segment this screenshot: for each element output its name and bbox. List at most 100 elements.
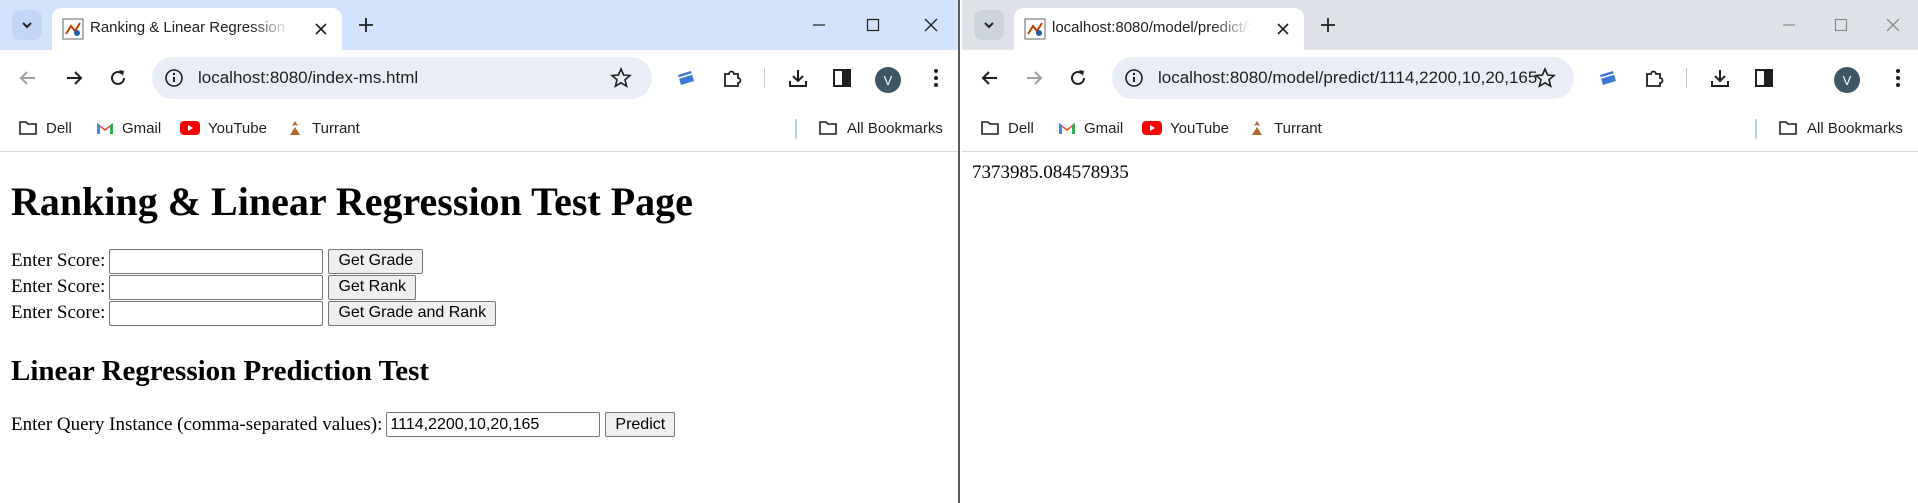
- score-row-grade-and-rank: Enter Score: Get Grade and Rank: [11, 300, 947, 326]
- tab-close-icon[interactable]: [1272, 18, 1294, 40]
- gmail-icon: [97, 123, 113, 134]
- reload-icon[interactable]: [104, 64, 132, 92]
- score-input-grade-and-rank[interactable]: [109, 300, 324, 326]
- chevron-down-icon: [22, 22, 32, 29]
- bookmark-dell[interactable]: Dell: [980, 116, 1034, 140]
- bookmark-turrant[interactable]: Turrant: [286, 116, 360, 140]
- reload-icon[interactable]: [1064, 64, 1092, 92]
- toolbar-divider: [1686, 68, 1687, 88]
- bookmark-label: Turrant: [312, 119, 360, 137]
- extensions-puzzle-icon[interactable]: [1640, 64, 1668, 92]
- score-input-grade[interactable]: [109, 248, 324, 274]
- back-arrow-icon[interactable]: [976, 64, 1004, 92]
- url-text: localhost:8080/index-ms.html: [198, 68, 419, 87]
- turrant-icon: [290, 121, 300, 135]
- bookmarks-separator: [1755, 119, 1757, 139]
- site-info-icon[interactable]: [164, 68, 184, 88]
- extension-app-icon[interactable]: [1594, 64, 1622, 92]
- get-grade-button[interactable]: Get Grade: [328, 248, 424, 274]
- close-window-icon[interactable]: [918, 12, 944, 38]
- query-input[interactable]: [386, 412, 601, 438]
- all-bookmarks-button[interactable]: All Bookmarks: [817, 116, 943, 140]
- url-text: localhost:8080/model/predict/1114,2200,1…: [1158, 68, 1538, 87]
- bookmark-label: Dell: [46, 119, 72, 137]
- bookmark-label: Gmail: [1084, 119, 1124, 137]
- bookmark-dell[interactable]: Dell: [18, 116, 72, 140]
- tab-active[interactable]: localhost:8080/model/predict/1114,2200,1…: [1014, 8, 1304, 50]
- bookmarks-bar: Dell Gmail YouTube Turrant All Bookmarks: [962, 106, 1918, 152]
- toolbar: localhost:8080/index-ms.html: [0, 50, 958, 106]
- predict-button[interactable]: Predict: [605, 412, 676, 438]
- bookmarks-separator: [795, 119, 797, 139]
- extension-app-icon[interactable]: [672, 64, 700, 92]
- minimize-icon[interactable]: [806, 12, 832, 38]
- get-grade-and-rank-button[interactable]: Get Grade and Rank: [328, 300, 497, 326]
- tab-strip: localhost:8080/model/predict/1114,2200,1…: [962, 0, 1918, 50]
- maximize-icon[interactable]: [860, 12, 886, 38]
- folder-icon: [1779, 121, 1797, 135]
- minimize-icon[interactable]: [1776, 12, 1802, 38]
- tab-title: Ranking & Linear Regression Test Page: [90, 19, 290, 36]
- bookmark-label: Gmail: [122, 119, 162, 137]
- extensions-puzzle-icon[interactable]: [718, 64, 746, 92]
- bookmark-youtube[interactable]: YouTube: [1142, 116, 1229, 140]
- page-content: 7373985.084578935: [962, 152, 1918, 194]
- bookmark-turrant[interactable]: Turrant: [1248, 116, 1322, 140]
- close-window-icon[interactable]: [1880, 12, 1906, 38]
- site-info-icon[interactable]: [1124, 68, 1144, 88]
- download-icon[interactable]: [784, 64, 812, 92]
- youtube-icon: [1142, 121, 1162, 135]
- score-label: Enter Score:: [11, 302, 106, 323]
- score-row-rank: Enter Score: Get Rank: [11, 274, 947, 300]
- bookmark-star-icon[interactable]: [610, 67, 632, 89]
- youtube-icon: [180, 121, 200, 135]
- bookmark-youtube[interactable]: YouTube: [180, 116, 267, 140]
- turrant-icon: [1252, 121, 1262, 135]
- new-tab-plus-icon[interactable]: [1314, 11, 1342, 39]
- gmail-icon: [1059, 123, 1075, 134]
- score-row-grade: Enter Score: Get Grade: [11, 248, 947, 274]
- bookmark-star-icon[interactable]: [1534, 67, 1556, 89]
- menu-kebab-icon[interactable]: [1884, 64, 1912, 92]
- back-arrow-icon[interactable]: [14, 64, 42, 92]
- folder-icon: [981, 121, 999, 135]
- bookmark-label: YouTube: [208, 119, 267, 137]
- all-bookmarks-button[interactable]: All Bookmarks: [1777, 116, 1903, 140]
- maximize-icon[interactable]: [1828, 12, 1854, 38]
- toolbar: localhost:8080/model/predict/1114,2200,1…: [962, 50, 1918, 106]
- bookmark-gmail[interactable]: Gmail: [1058, 116, 1123, 140]
- prediction-result: 7373985.084578935: [972, 162, 1129, 183]
- tab-title: localhost:8080/model/predict/1114,2200,1…: [1052, 19, 1252, 36]
- all-bookmarks-label: All Bookmarks: [847, 119, 943, 137]
- browser-window-right: localhost:8080/model/predict/1114,2200,1…: [962, 0, 1918, 503]
- folder-icon: [819, 121, 837, 135]
- favicon-icon: [1024, 18, 1046, 40]
- bookmark-label: Dell: [1008, 119, 1034, 137]
- side-panel-icon[interactable]: [828, 64, 856, 92]
- bookmark-gmail[interactable]: Gmail: [96, 116, 161, 140]
- page-content: Ranking & Linear Regression Test Page En…: [0, 180, 958, 438]
- profile-avatar[interactable]: V: [1834, 67, 1860, 93]
- tab-strip: Ranking & Linear Regression Test Page: [0, 0, 958, 50]
- new-tab-plus-icon[interactable]: [352, 11, 380, 39]
- get-rank-button[interactable]: Get Rank: [328, 274, 417, 300]
- tab-search-button[interactable]: [974, 10, 1004, 40]
- side-panel-icon[interactable]: [1750, 64, 1778, 92]
- tab-search-button[interactable]: [12, 10, 42, 40]
- forward-arrow-icon[interactable]: [1020, 64, 1048, 92]
- address-bar[interactable]: localhost:8080/index-ms.html: [152, 57, 652, 99]
- tab-active[interactable]: Ranking & Linear Regression Test Page: [52, 8, 342, 50]
- query-label: Enter Query Instance (comma-separated va…: [11, 413, 383, 435]
- tab-close-icon[interactable]: [310, 18, 332, 40]
- download-icon[interactable]: [1706, 64, 1734, 92]
- profile-avatar[interactable]: V: [875, 67, 901, 93]
- bookmark-label: Turrant: [1274, 119, 1322, 137]
- section-title: Linear Regression Prediction Test: [11, 355, 430, 387]
- menu-kebab-icon[interactable]: [922, 64, 950, 92]
- bookmark-label: YouTube: [1170, 119, 1229, 137]
- address-bar[interactable]: localhost:8080/model/predict/1114,2200,1…: [1112, 57, 1574, 99]
- bookmarks-bar: Dell Gmail YouTube Turrant All Bookmarks: [0, 106, 958, 152]
- forward-arrow-icon[interactable]: [60, 64, 88, 92]
- browser-window-left: Ranking & Linear Regression Test Page lo…: [0, 0, 960, 503]
- score-input-rank[interactable]: [109, 274, 324, 300]
